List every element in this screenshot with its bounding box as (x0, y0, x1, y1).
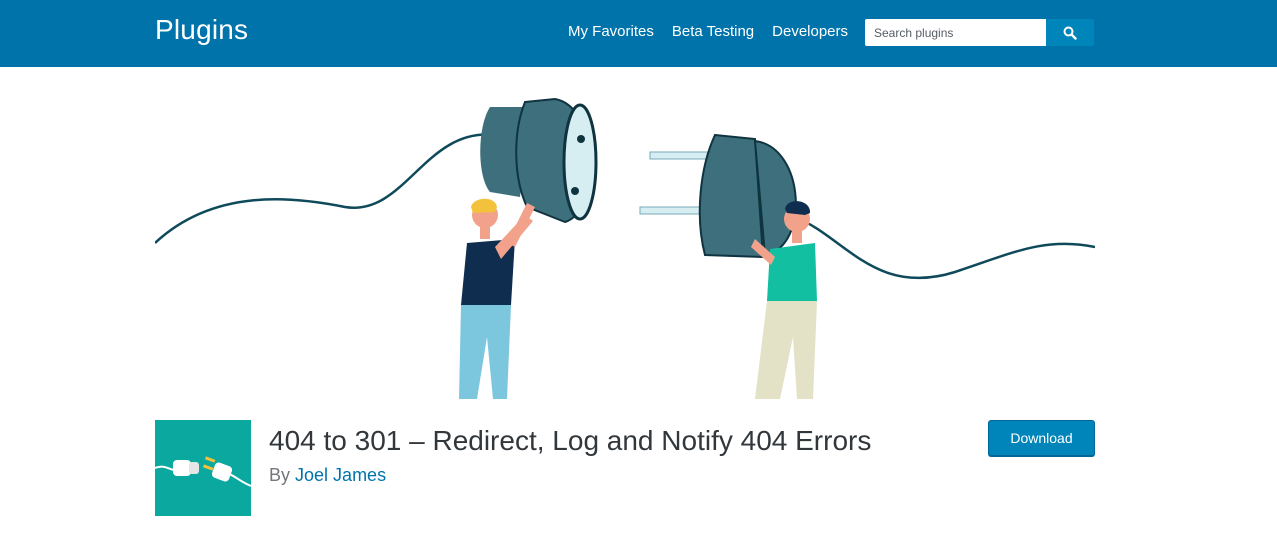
site-header: Plugins My Favorites Beta Testing Develo… (0, 0, 1277, 67)
nav-beta-testing[interactable]: Beta Testing (672, 23, 754, 40)
plug-icon (154, 456, 252, 487)
plugin-byline: By Joel James (269, 465, 386, 486)
plugin-icon (154, 420, 252, 516)
search-icon (1063, 26, 1077, 40)
plug-illustration (155, 97, 1095, 399)
site-title-link[interactable]: Plugins (155, 14, 248, 46)
main-nav: My Favorites Beta Testing Developers (568, 23, 848, 40)
byline-label: By (269, 465, 291, 485)
author-link[interactable]: Joel James (295, 465, 386, 485)
search-input[interactable] (865, 19, 1046, 46)
socket-plug-shape (480, 97, 598, 224)
plugin-banner (155, 67, 1095, 399)
person-left (459, 198, 535, 399)
nav-my-favorites[interactable]: My Favorites (568, 23, 654, 40)
search-form (865, 19, 1094, 46)
plugin-title: 404 to 301 – Redirect, Log and Notify 40… (269, 425, 872, 456)
plug-prongs-shape (639, 133, 797, 259)
nav-developers[interactable]: Developers (772, 23, 848, 40)
download-button[interactable]: Download (988, 420, 1095, 456)
search-button[interactable] (1046, 19, 1094, 46)
